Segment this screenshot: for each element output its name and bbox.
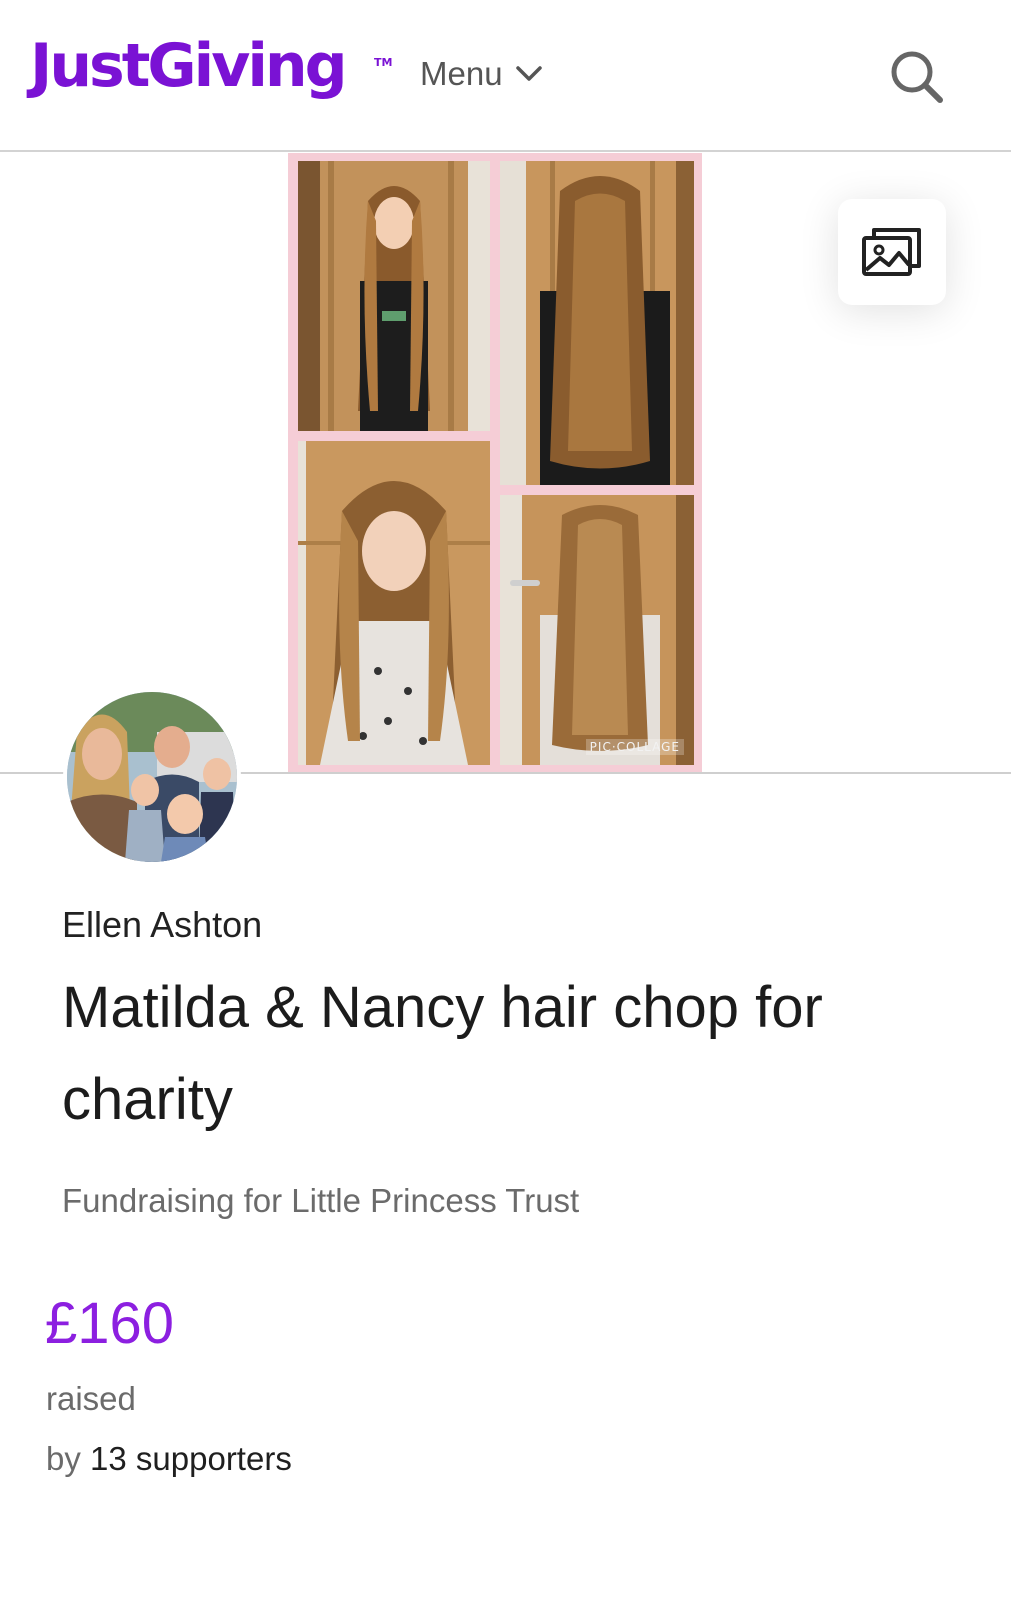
by-label: by <box>46 1440 81 1477</box>
fundraiser-avatar[interactable] <box>63 688 241 866</box>
site-header: JustGiving TM Menu <box>0 0 1011 152</box>
hero-image-collage[interactable]: PIC·COLLAGE <box>288 153 702 773</box>
collage-watermark: PIC·COLLAGE <box>585 739 684 755</box>
collage-photo <box>298 441 490 765</box>
collage-photo: PIC·COLLAGE <box>500 495 694 765</box>
justgiving-logo[interactable]: JustGiving <box>30 36 348 96</box>
amount-raised: £160 <box>45 1291 175 1356</box>
collage-photo <box>298 161 490 431</box>
menu-label: Menu <box>420 55 503 92</box>
page-title: Matilda & Nancy hair chop for charity <box>62 975 823 1132</box>
fundraising-prefix: Fundraising for <box>62 1182 283 1219</box>
supporters-line: by 13 supporters <box>46 1440 292 1478</box>
menu-button[interactable]: Menu <box>420 50 543 98</box>
trademark-mark: TM <box>374 56 393 69</box>
chevron-down-icon <box>515 66 542 81</box>
gallery-button[interactable] <box>838 199 946 305</box>
search-button[interactable] <box>888 48 946 106</box>
fundraiser-owner-name[interactable]: Ellen Ashton <box>62 904 262 946</box>
raised-label: raised <box>46 1380 136 1417</box>
gallery-icon <box>862 228 921 276</box>
supporters-count[interactable]: 13 supporters <box>90 1440 292 1477</box>
charity-link[interactable]: Little Princess Trust <box>291 1182 579 1219</box>
search-icon <box>891 51 943 103</box>
collage-photo <box>500 161 694 485</box>
fundraising-for-line: Fundraising for Little Princess Trust <box>62 1182 579 1220</box>
